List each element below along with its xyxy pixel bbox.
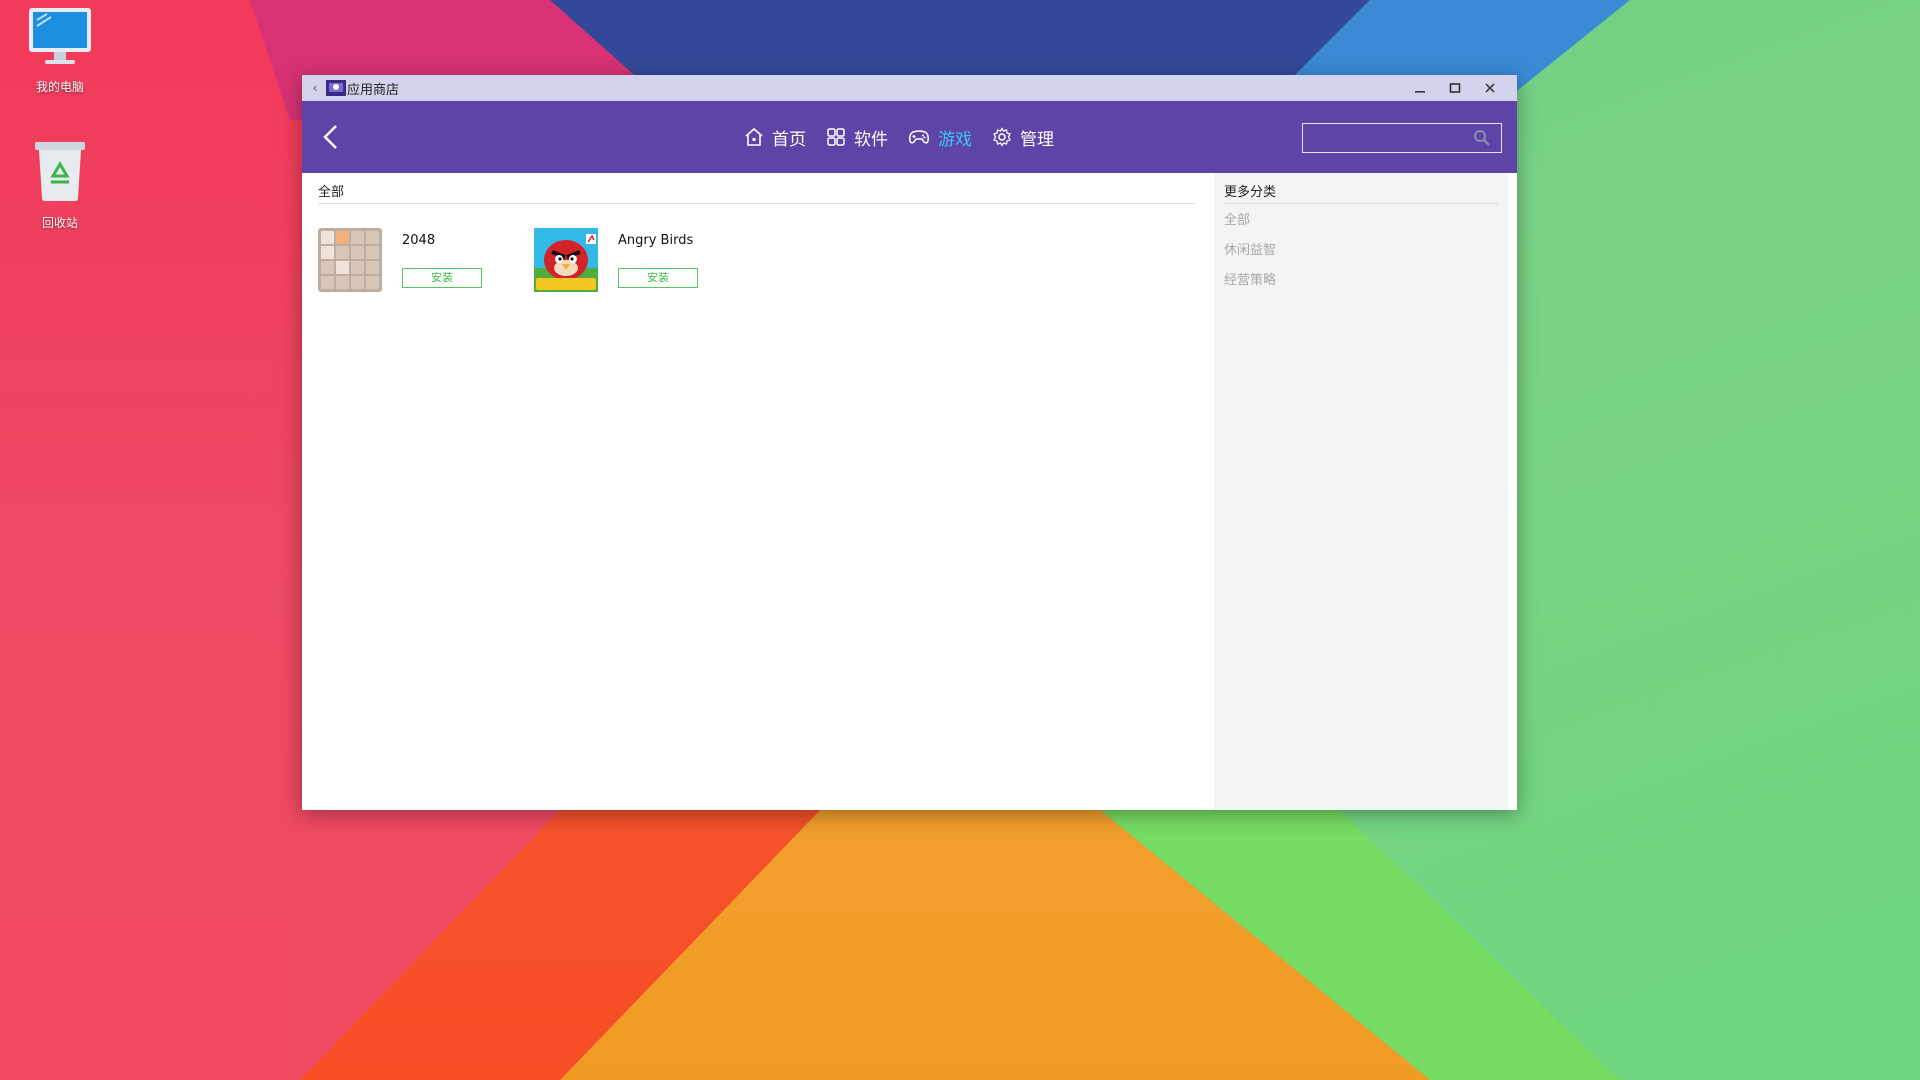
desktop-icon-label: 回收站 — [41, 216, 78, 230]
tab-label: 首页 — [772, 129, 806, 150]
title-bar: ‹ 应用商店 — [302, 75, 1517, 101]
minimize-button[interactable] — [1402, 75, 1437, 101]
recycle-bin-icon — [35, 142, 85, 201]
grid-icon — [827, 128, 845, 146]
section-title: 全部 — [318, 173, 1196, 204]
tab-label: 游戏 — [938, 129, 972, 150]
app-store-window: ‹ 应用商店 首页 软件 游戏 管理 全部 2048 安装 Angry Bird… — [302, 75, 1517, 810]
gamepad-icon — [909, 130, 929, 144]
monitor-icon — [29, 8, 91, 64]
desktop-icon-my-computer[interactable]: 我的电脑 — [10, 6, 110, 95]
sidebar-title: 更多分类 — [1224, 173, 1498, 204]
category-item-strategy[interactable]: 经营策略 — [1224, 266, 1508, 296]
search-input[interactable] — [1307, 127, 1461, 149]
app-card-angry-birds[interactable]: Angry Birds 安装 — [534, 228, 734, 294]
back-arrow-icon[interactable] — [318, 123, 344, 151]
home-icon — [745, 127, 763, 146]
tab-games[interactable]: 游戏 — [908, 125, 972, 150]
app-name: 2048 — [402, 233, 436, 248]
app-name: Angry Birds — [618, 233, 694, 248]
maximize-icon — [1449, 83, 1460, 93]
desktop-icon-label: 我的电脑 — [35, 80, 84, 94]
search-icon[interactable] — [1473, 129, 1491, 147]
titlebar-back-icon[interactable]: ‹ — [306, 81, 324, 95]
tab-home[interactable]: 首页 — [744, 125, 806, 150]
category-item-all[interactable]: 全部 — [1224, 206, 1508, 236]
install-button[interactable]: 安装 — [618, 268, 698, 288]
window-title: 应用商店 — [347, 82, 400, 98]
minimize-icon — [1414, 91, 1425, 93]
gear-icon — [993, 127, 1011, 147]
category-sidebar: 更多分类 全部 休闲益智 经营策略 — [1214, 173, 1508, 810]
app-list-panel: 全部 2048 安装 Angry Birds 安装 — [318, 173, 1196, 324]
app-store-logo-icon — [326, 80, 346, 96]
app-card-2048[interactable]: 2048 安装 — [318, 228, 518, 294]
close-icon — [1484, 83, 1495, 93]
tab-label: 软件 — [854, 129, 888, 150]
maximize-button[interactable] — [1437, 75, 1472, 101]
tab-label: 管理 — [1020, 129, 1054, 150]
close-button[interactable] — [1472, 75, 1507, 101]
angry-birds-icon — [534, 228, 598, 292]
app-2048-icon — [318, 228, 382, 292]
nav-bar: 首页 软件 游戏 管理 — [302, 101, 1517, 173]
install-button[interactable]: 安装 — [402, 268, 482, 288]
desktop-icon-recycle-bin[interactable]: 回收站 — [10, 138, 110, 231]
tab-manage[interactable]: 管理 — [992, 125, 1054, 150]
tab-software[interactable]: 软件 — [826, 125, 888, 150]
content-area: 全部 2048 安装 Angry Birds 安装 更多分类 全部 休闲益智 经… — [302, 173, 1517, 810]
search-box[interactable] — [1302, 123, 1502, 153]
category-item-casual-puzzle[interactable]: 休闲益智 — [1224, 236, 1508, 266]
